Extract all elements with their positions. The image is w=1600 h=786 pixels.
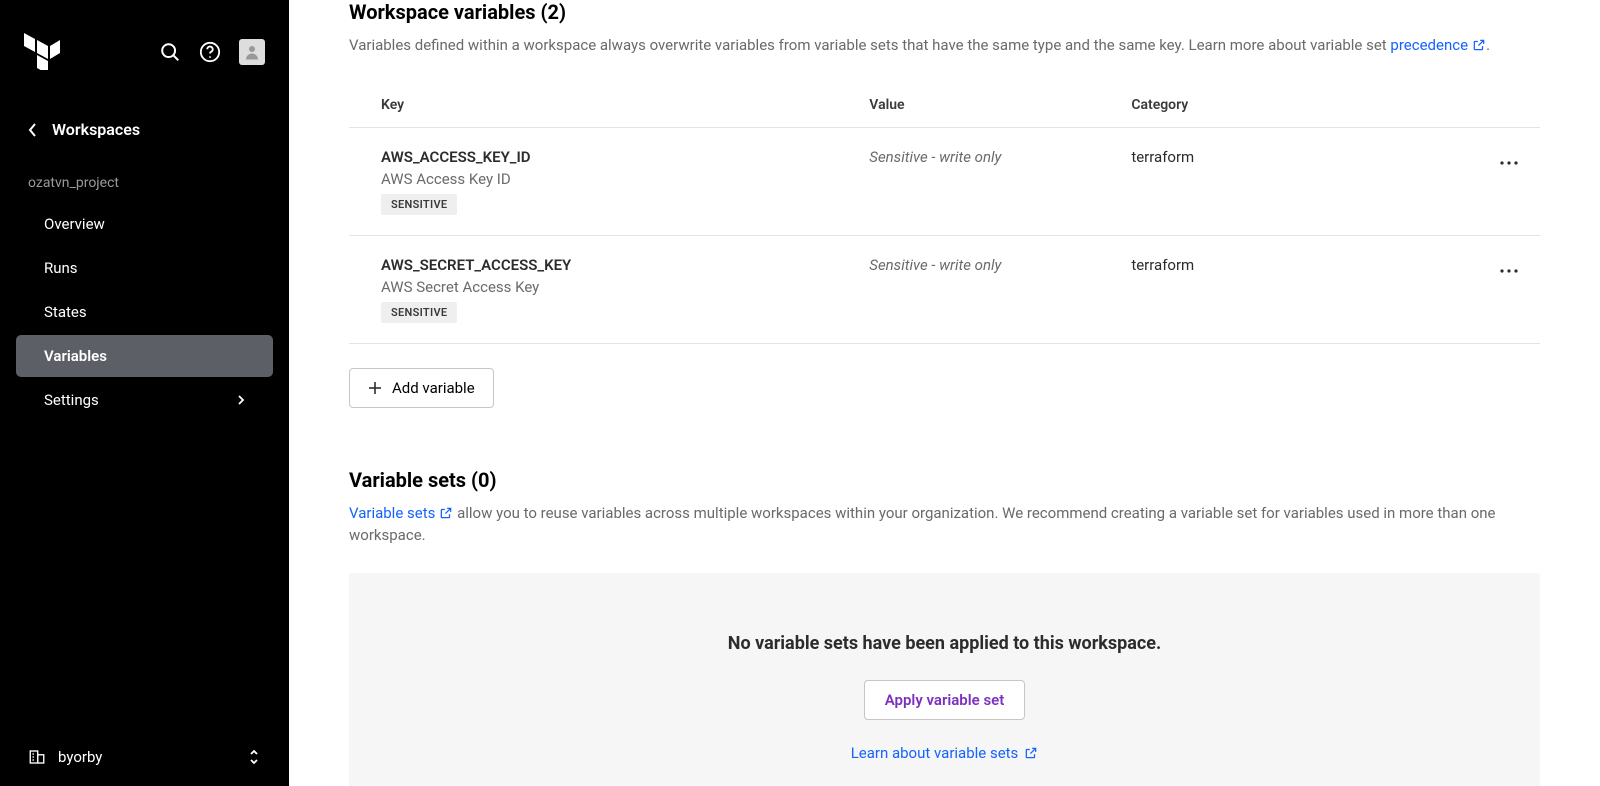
variable-category: terraform bbox=[1099, 235, 1456, 343]
workspace-variables-desc: Variables defined within a workspace alw… bbox=[349, 34, 1540, 57]
variable-key: AWS_ACCESS_KEY_ID bbox=[381, 148, 821, 166]
variables-table: Key Value Category AWS_ACCESS_KEY_ID AWS … bbox=[349, 83, 1540, 344]
sensitive-badge: SENSITIVE bbox=[381, 194, 457, 215]
variable-sets-title: Variable sets (0) bbox=[349, 468, 1540, 492]
sidebar-item-states[interactable]: States bbox=[16, 291, 273, 333]
sidebar-header bbox=[0, 0, 289, 98]
workspace-variables-title: Workspace variables (2) bbox=[349, 0, 1540, 24]
sidebar-item-variables[interactable]: Variables bbox=[16, 335, 273, 377]
search-icon[interactable] bbox=[159, 41, 181, 63]
org-switcher[interactable]: byorby bbox=[0, 728, 289, 786]
user-avatar[interactable] bbox=[239, 39, 265, 65]
apply-variable-set-button[interactable]: Apply variable set bbox=[864, 680, 1026, 720]
sidebar-item-label: Settings bbox=[44, 391, 99, 409]
variable-value: Sensitive - write only bbox=[869, 148, 1001, 166]
row-actions-button[interactable] bbox=[1494, 148, 1524, 175]
variable-row: AWS_SECRET_ACCESS_KEY AWS Secret Access K… bbox=[349, 235, 1540, 343]
learn-variable-sets-link[interactable]: Learn about variable sets bbox=[851, 744, 1039, 762]
chevron-right-icon bbox=[237, 394, 245, 406]
chevron-up-down-icon bbox=[247, 748, 261, 766]
terraform-logo[interactable] bbox=[24, 30, 60, 74]
sidebar-item-label: States bbox=[44, 303, 87, 321]
empty-variable-sets: No variable sets have been applied to th… bbox=[349, 573, 1540, 786]
variable-sets-desc: Variable sets allow you to reuse variabl… bbox=[349, 502, 1540, 547]
variable-category: terraform bbox=[1099, 127, 1456, 235]
column-value: Value bbox=[837, 83, 1099, 128]
row-actions-button[interactable] bbox=[1494, 256, 1524, 283]
sidebar-item-label: Runs bbox=[44, 259, 78, 277]
column-key: Key bbox=[349, 83, 837, 128]
sidebar-item-label: Variables bbox=[44, 347, 107, 365]
add-variable-button[interactable]: Add variable bbox=[349, 368, 494, 408]
sidebar-item-overview[interactable]: Overview bbox=[16, 203, 273, 245]
sidebar: Workspaces ozatvn_project Overview Runs St… bbox=[0, 0, 289, 786]
column-category: Category bbox=[1099, 83, 1456, 128]
header-actions bbox=[159, 39, 265, 65]
sidebar-item-runs[interactable]: Runs bbox=[16, 247, 273, 289]
sensitive-badge: SENSITIVE bbox=[381, 302, 457, 323]
project-name: ozatvn_project bbox=[0, 161, 289, 201]
variable-description: AWS Access Key ID bbox=[381, 170, 821, 188]
variable-value: Sensitive - write only bbox=[869, 256, 1001, 274]
variable-row: AWS_ACCESS_KEY_ID AWS Access Key ID SENSIT… bbox=[349, 127, 1540, 235]
variable-description: AWS Secret Access Key bbox=[381, 278, 821, 296]
back-to-workspaces[interactable]: Workspaces bbox=[0, 106, 289, 153]
main-content: Workspace variables (2) Variables define… bbox=[289, 0, 1600, 786]
variable-sets-link[interactable]: Variable sets bbox=[349, 502, 453, 525]
help-icon[interactable] bbox=[199, 41, 221, 63]
empty-title: No variable sets have been applied to th… bbox=[369, 633, 1520, 654]
sidebar-nav: Overview Runs States Variables Settings bbox=[0, 201, 289, 423]
precedence-link[interactable]: precedence bbox=[1390, 34, 1486, 57]
sidebar-item-settings[interactable]: Settings bbox=[16, 379, 273, 421]
sidebar-item-label: Overview bbox=[44, 215, 105, 233]
org-name: byorby bbox=[58, 748, 102, 766]
back-label: Workspaces bbox=[52, 120, 140, 139]
variable-key: AWS_SECRET_ACCESS_KEY bbox=[381, 256, 821, 274]
